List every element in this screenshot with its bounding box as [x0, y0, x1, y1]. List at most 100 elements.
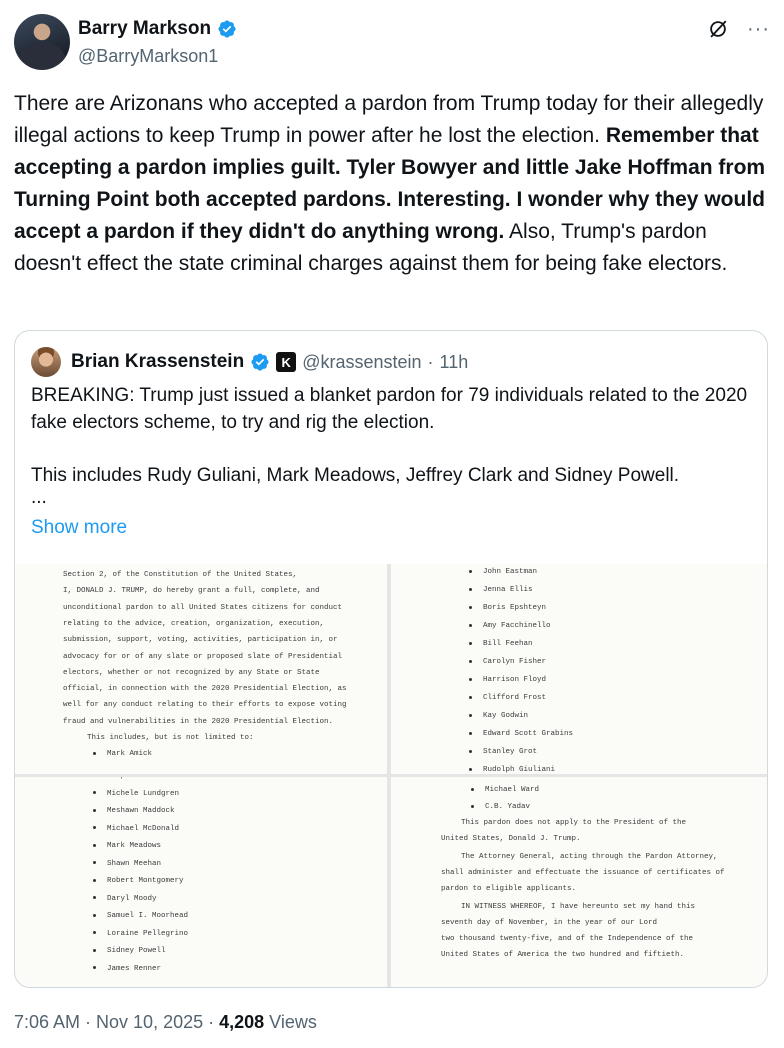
document-image-top-right[interactable]: John Eastman Jenna Ellis Boris Epshteyn Amy…	[391, 564, 767, 774]
document-line: electors, whether or not recognized by a…	[63, 668, 320, 677]
author-avatar[interactable]	[14, 14, 70, 70]
pardon-name: Kay Godwin	[469, 712, 528, 720]
pardon-name: James Renner	[93, 965, 161, 973]
pardon-name: Mark Amick	[93, 750, 152, 758]
pardon-name: Michael McDonald	[93, 825, 179, 833]
pardon-name: Clifford Frost	[469, 694, 546, 702]
pardon-name: Harrison Floyd	[469, 676, 546, 684]
bullet-icon	[469, 695, 472, 699]
header-actions: ···	[707, 18, 770, 40]
pardon-name: Mark Meadows	[93, 842, 161, 850]
document-line: two thousand twenty-five, and of the Ind…	[441, 935, 694, 943]
bullet-icon	[93, 808, 96, 812]
document-image-bottom-right[interactable]: Kelli WardMichael WardC.B. YadavThis par…	[391, 777, 767, 987]
bullet-icon	[469, 569, 472, 573]
quote-author-handle: @krassenstein	[302, 351, 422, 372]
pardon-name: Sidney Powell	[93, 947, 166, 955]
document-line: This includes, but is not limited to:	[87, 734, 254, 742]
document-line: IN WITNESS WHEREOF, I have hereunto set …	[461, 903, 696, 911]
post-timestamp[interactable]: 7:06 AM · Nov 10, 2025 ·	[14, 1012, 219, 1032]
document-line: unconditional pardon to all United State…	[63, 603, 343, 612]
document-line: shall administer and effectuate the issu…	[441, 869, 725, 877]
quote-author-avatar	[31, 347, 61, 377]
bullet-icon	[469, 713, 472, 717]
grok-icon[interactable]	[707, 18, 729, 40]
document-line: The Attorney General, acting through the…	[461, 853, 718, 861]
document-line: pardon to eligible applicants.	[441, 885, 577, 893]
affiliate-badge-icon: K	[276, 352, 297, 372]
post-meta: 7:06 AM · Nov 10, 2025 · 4,208 Views	[14, 1012, 317, 1033]
document-image-bottom-left[interactable]: Stephen Lee Michele Lundgren Meshawn Maddo…	[15, 777, 387, 987]
pardon-name: Amy Facchinello	[469, 622, 551, 630]
document-line: submission, support, voting, activities,…	[63, 636, 338, 645]
document-line: seventh day of November, in the year of …	[441, 919, 658, 927]
author-name-row: Barry Markson	[78, 18, 237, 40]
quote-header: Brian Krassenstein K @krassenstein · 11h	[31, 347, 468, 377]
pardon-name: Shawn Meehan	[93, 860, 161, 868]
document-line: official, in connection with the 2020 Pr…	[63, 685, 347, 694]
pardon-name: Loraine Pellegrino	[93, 930, 188, 938]
views-label: Views	[264, 1012, 317, 1032]
quote-separator: ·	[427, 351, 434, 372]
bullet-icon	[93, 843, 96, 847]
bullet-icon	[93, 878, 96, 882]
bullet-icon	[93, 948, 96, 952]
document-line: fraud and vulnerabilities in the 2020 Pr…	[63, 717, 334, 726]
pardon-name: Daryl Moody	[93, 895, 157, 903]
document-line: United States of America the two hundred…	[441, 951, 685, 959]
bullet-icon	[469, 659, 472, 663]
bullet-icon	[93, 751, 96, 755]
bullet-icon	[93, 826, 96, 830]
pardon-name: Jenna Ellis	[469, 586, 533, 594]
pardon-name: Boris Epshteyn	[469, 604, 546, 612]
document-line: I, DONALD J. TRUMP, do hereby grant a fu…	[63, 587, 320, 596]
quote-ellipsis: ...	[31, 487, 47, 508]
bullet-icon	[471, 804, 474, 808]
bullet-icon	[469, 767, 472, 771]
quote-text: BREAKING: Trump just issued a blanket pa…	[31, 382, 761, 507]
bullet-icon	[93, 861, 96, 865]
pardon-name: Rudolph Giuliani	[469, 766, 555, 774]
show-more-link[interactable]: Show more	[31, 517, 127, 539]
author-handle[interactable]: @BarryMarkson1	[78, 46, 218, 67]
document-line: United States, Donald J. Trump.	[441, 835, 581, 843]
document-line: relating to the advice, creation, organi…	[63, 619, 325, 628]
verified-badge-icon	[251, 353, 269, 371]
views-count: 4,208	[219, 1012, 265, 1032]
bullet-icon	[93, 913, 96, 917]
post-header: Barry Markson @BarryMarkson1 ···	[14, 14, 770, 70]
pardon-name: Edward Scott Grabins	[469, 730, 573, 738]
quoted-post[interactable]: Brian Krassenstein K @krassenstein · 11h…	[14, 330, 768, 988]
author-display-name[interactable]: Barry Markson	[78, 18, 211, 40]
pardon-name: Bill Feehan	[469, 640, 533, 648]
document-line: advocacy for or of any slate or proposed…	[63, 652, 343, 661]
more-icon[interactable]: ···	[747, 19, 770, 39]
bullet-icon	[469, 641, 472, 645]
pardon-name: Robert Montgomery	[93, 877, 184, 885]
pardon-name: Carolyn Fisher	[469, 658, 546, 666]
pardon-name: Stanley Grot	[469, 748, 537, 756]
pardon-name: Michael Ward	[471, 786, 539, 794]
quote-paragraph-1: BREAKING: Trump just issued a blanket pa…	[31, 385, 748, 433]
bullet-icon	[93, 966, 96, 970]
bullet-icon	[93, 791, 96, 795]
bullet-icon	[469, 623, 472, 627]
pardon-name: Stephen Lee	[93, 777, 157, 780]
pardon-name: John Eastman	[469, 568, 537, 576]
bullet-icon	[469, 605, 472, 609]
document-line: This pardon does not apply to the Presid…	[461, 819, 687, 827]
quote-author-name: Brian Krassenstein	[71, 351, 245, 372]
pardon-name: Michele Lundgren	[93, 790, 179, 798]
document-line: Section 2, of the Constitution of the Un…	[63, 571, 298, 579]
document-image-top-left[interactable]: Section 2, of the Constitution of the Un…	[15, 564, 387, 774]
quote-paragraph-2: This includes Rudy Guliani, Mark Meadows…	[31, 465, 680, 486]
pardon-name: C.B. Yadav	[471, 803, 530, 811]
document-images[interactable]: Section 2, of the Constitution of the Un…	[15, 564, 767, 987]
quote-time: 11h	[439, 351, 469, 372]
bullet-icon	[469, 587, 472, 591]
bullet-icon	[469, 677, 472, 681]
pardon-name: Samuel I. Moorhead	[93, 912, 188, 920]
pardon-name: Meshawn Maddock	[93, 807, 175, 815]
bullet-icon	[469, 749, 472, 753]
verified-badge-icon	[218, 20, 236, 38]
